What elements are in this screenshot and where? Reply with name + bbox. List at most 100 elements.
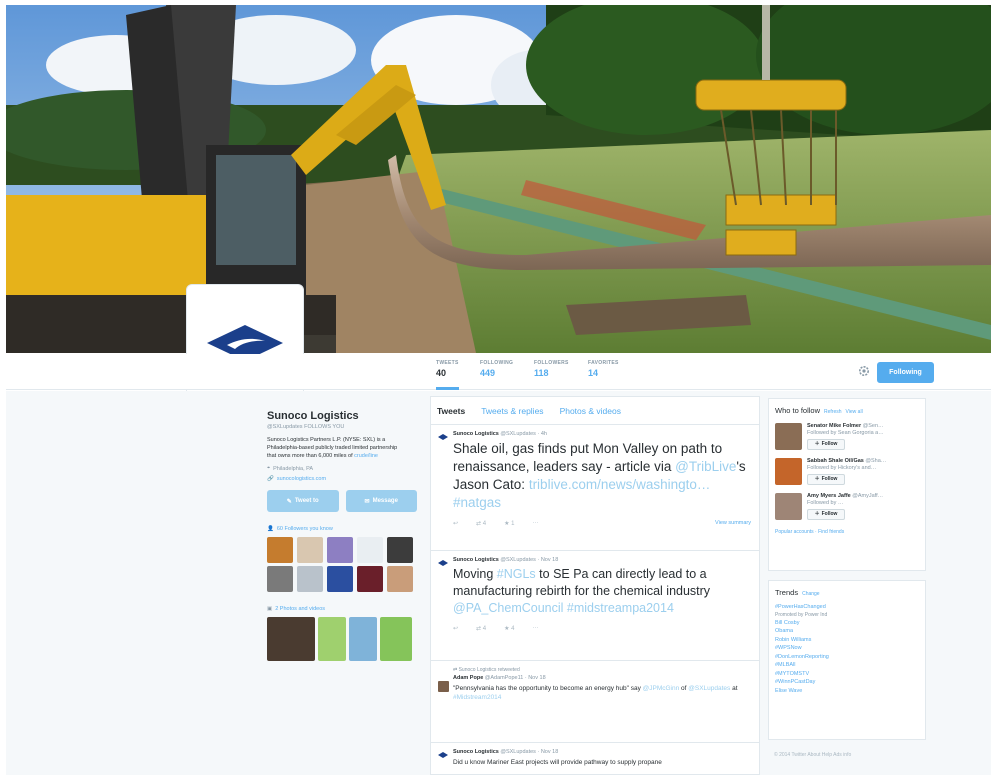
message-button[interactable]: ✉ Message <box>345 490 417 512</box>
followers-you-know-link[interactable]: 👤 60 Followers you know <box>267 526 417 532</box>
reply-icon[interactable]: ↩ <box>453 520 458 527</box>
tweet[interactable]: ⇄ Sunoco Logistics retweeted Adam Pope @… <box>431 661 759 743</box>
popular-accounts-link[interactable]: Popular accounts · Find friends <box>775 529 919 535</box>
header-photo-image <box>6 5 991 353</box>
tweet[interactable]: Sunoco Logistics @SXLupdates · 4h Shale … <box>431 425 759 551</box>
trend-item[interactable]: #MLBAll <box>775 661 919 670</box>
mention-link[interactable]: @PA_ChemCouncil <box>453 601 563 615</box>
trend-item[interactable]: Obama <box>775 627 919 636</box>
follower-avatar[interactable] <box>357 566 383 592</box>
bio-link[interactable]: crude/line <box>354 453 378 459</box>
photo-thumb[interactable] <box>349 617 377 661</box>
hashtag-link[interactable]: #midstreampa2014 <box>567 601 674 615</box>
trends-card: Trends Change #PowerHasChanged Promoted … <box>768 580 926 740</box>
tab-tweets[interactable]: Tweets <box>437 406 465 416</box>
follower-avatar[interactable] <box>327 537 353 563</box>
change-link[interactable]: Change <box>802 591 820 597</box>
sunoco-avatar-icon <box>438 434 448 440</box>
stat-label: FOLLOWING <box>480 360 514 366</box>
reply-icon[interactable]: ↩ <box>453 625 458 632</box>
more-icon[interactable]: ··· <box>532 520 538 526</box>
tweet-time[interactable]: 4h <box>541 431 547 437</box>
refresh-link[interactable]: Refresh <box>824 409 842 415</box>
suggestion-item: Sabbah Shale Oil/Gas @Sha… Followed by H… <box>775 458 919 485</box>
retweet-button[interactable]: ⇄ 4 <box>476 625 486 632</box>
tweet[interactable]: Sunoco Logistics @SXLupdates · Nov 18 Di… <box>431 743 759 774</box>
suggestion-avatar[interactable] <box>775 458 802 485</box>
follower-avatar[interactable] <box>387 537 413 563</box>
follower-avatar[interactable] <box>297 566 323 592</box>
tweet-author[interactable]: Sunoco Logistics <box>453 749 499 755</box>
photo-thumb[interactable] <box>267 617 315 661</box>
follower-avatar[interactable] <box>327 566 353 592</box>
suggestion-avatar[interactable] <box>775 493 802 520</box>
follow-button[interactable]: ＋ Follow <box>807 509 845 520</box>
photos-videos-link[interactable]: ▣ 2 Photos and videos <box>267 606 417 612</box>
tweet-text-part: "Pennsylvania has the opportunity to bec… <box>453 685 641 692</box>
trend-item[interactable]: #DonLemonReporting <box>775 653 919 662</box>
star-icon: ★ <box>504 625 510 632</box>
follow-button[interactable]: ＋ Follow <box>807 474 845 485</box>
website-link[interactable]: sunocologistics.com <box>277 476 326 482</box>
suggestion-avatar[interactable] <box>775 423 802 450</box>
view-summary-link[interactable]: View summary <box>715 520 751 526</box>
tweet-time[interactable]: Nov 18 <box>541 749 558 755</box>
follower-avatar[interactable] <box>267 566 293 592</box>
follower-avatar[interactable] <box>387 566 413 592</box>
tweet-author[interactable]: Adam Pope <box>453 675 483 681</box>
trend-item[interactable]: #WPSNow <box>775 644 919 653</box>
favorite-button[interactable]: ★ 1 <box>504 520 514 527</box>
more-icon[interactable]: ··· <box>532 625 538 631</box>
follower-avatar[interactable] <box>267 537 293 563</box>
profile-card: Sunoco Logistics @SXLupdates FOLLOWS YOU… <box>267 410 417 661</box>
stat-favorites[interactable]: FAVORITES 14 <box>588 360 619 378</box>
trend-item[interactable]: Bill Cosby <box>775 619 919 628</box>
view-all-link[interactable]: View all <box>846 409 863 415</box>
tweet-time[interactable]: Nov 18 <box>528 675 545 681</box>
profile-actions: ✎ Tweet to ✉ Message <box>267 490 417 512</box>
photo-thumb[interactable] <box>318 617 346 661</box>
tweet-time[interactable]: Nov 18 <box>541 557 558 563</box>
trend-item[interactable]: #MYTOMSTV <box>775 670 919 679</box>
follower-avatar[interactable] <box>357 537 383 563</box>
tab-photos-videos[interactable]: Photos & videos <box>560 406 621 416</box>
hashtag-link[interactable]: #NGLs <box>497 567 536 581</box>
url-link[interactable]: triblive.com/news/washingto… <box>529 477 711 492</box>
tab-tweets-replies[interactable]: Tweets & replies <box>481 406 543 416</box>
tweet-text-part: of <box>681 685 687 692</box>
profile-name[interactable]: Sunoco Logistics <box>267 410 417 422</box>
tweet-to-button[interactable]: ✎ Tweet to <box>267 490 339 512</box>
mention-link[interactable]: @TribLive <box>675 459 736 474</box>
gear-icon[interactable] <box>858 365 870 377</box>
follow-button[interactable]: ＋ Follow <box>807 439 845 450</box>
page-footer[interactable]: © 2014 Twitter About Help Ads info <box>774 752 851 758</box>
suggestion-item: Senator Mike Folmer @Sen… Followed by Se… <box>775 423 919 450</box>
mention-link[interactable]: @SXLupdates <box>688 685 730 692</box>
trend-item[interactable]: Elise Wave <box>775 687 919 696</box>
suggestion-name[interactable]: Amy Myers Jaffe <box>807 493 851 499</box>
mention-link[interactable]: @JPMcGinn <box>643 685 680 692</box>
trend-item[interactable]: Robin Williams <box>775 636 919 645</box>
tweet-header: Sunoco Logistics @SXLupdates · Nov 18 <box>453 749 559 755</box>
tweet-text: Did u know Mariner East projects will pr… <box>453 759 662 766</box>
retweet-button[interactable]: ⇄ 4 <box>476 520 486 527</box>
camera-icon: ▣ <box>267 606 273 612</box>
follower-avatar[interactable] <box>297 537 323 563</box>
suggestion-name[interactable]: Sabbah Shale Oil/Gas <box>807 458 864 464</box>
hashtag-link[interactable]: #natgas <box>453 495 501 510</box>
favorite-button[interactable]: ★ 4 <box>504 625 514 632</box>
tweet[interactable]: Sunoco Logistics @SXLupdates · Nov 18 Mo… <box>431 551 759 661</box>
trend-item[interactable]: #WinnPCastDay <box>775 678 919 687</box>
stat-following[interactable]: FOLLOWING 449 <box>480 360 513 378</box>
suggestion-name[interactable]: Senator Mike Folmer <box>807 423 861 429</box>
tweet-avatar[interactable] <box>438 681 449 692</box>
photo-thumb[interactable] <box>380 617 412 661</box>
stat-followers[interactable]: FOLLOWERS 118 <box>534 360 569 378</box>
who-to-follow-card: Who to follow Refresh View all Senator M… <box>768 398 926 571</box>
trend-item[interactable]: #PowerHasChanged <box>775 603 919 612</box>
tweet-author[interactable]: Sunoco Logistics <box>453 431 499 437</box>
stat-tweets[interactable]: TWEETS 40 <box>436 360 459 390</box>
tweet-author[interactable]: Sunoco Logistics <box>453 557 499 563</box>
hashtag-link[interactable]: #Midstream2014 <box>453 694 501 701</box>
following-button[interactable]: Following <box>877 362 934 383</box>
